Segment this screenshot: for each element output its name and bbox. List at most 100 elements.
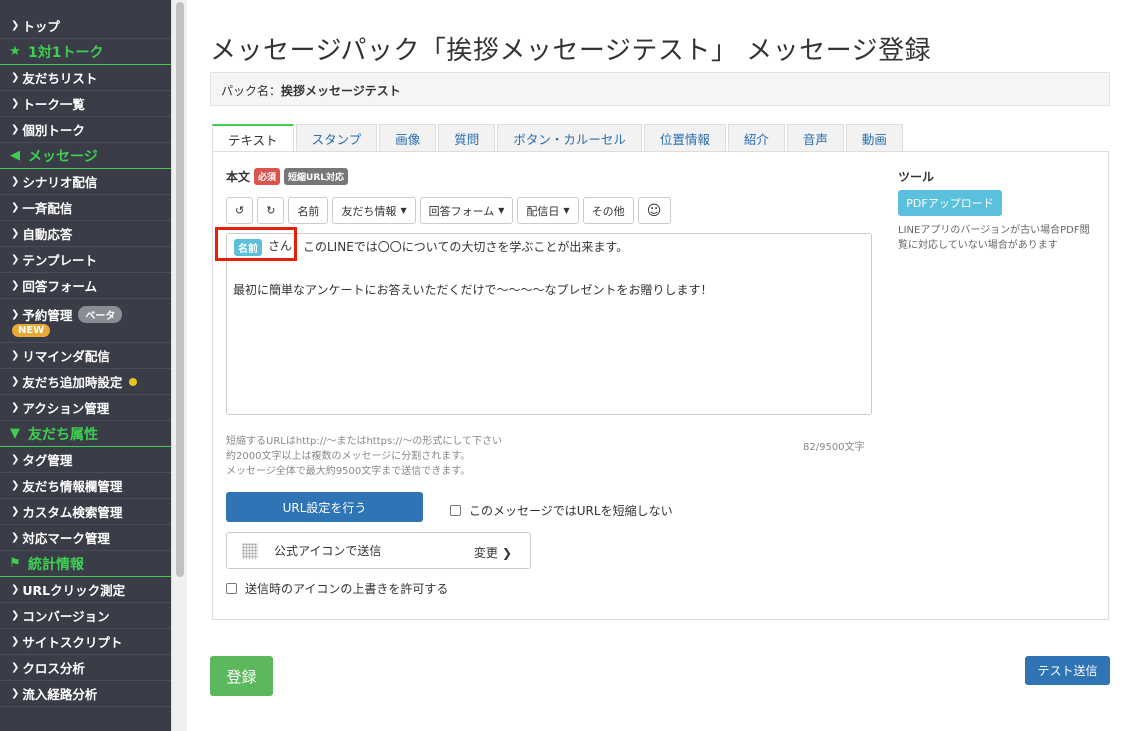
chevron-right-icon: ❯ bbox=[11, 662, 20, 673]
no-shorten-option[interactable]: このメッセージではURLを短縮しない bbox=[450, 502, 673, 519]
message-body-textarea[interactable]: 名前 さん このLINEでは〇〇についての大切さを学ぶことが出来ます。 最初に簡… bbox=[215, 227, 872, 415]
sidebar-item-inflow[interactable]: ❯ 流入経路分析 bbox=[0, 681, 171, 707]
chevron-right-icon: ❯ bbox=[11, 402, 20, 413]
sidebar-item-talk-list[interactable]: ❯ トーク一覧 bbox=[0, 91, 171, 117]
caret-down-icon: ▼ bbox=[400, 206, 407, 215]
sidebar-item-site-script[interactable]: ❯ サイトスクリプト bbox=[0, 629, 171, 655]
chevron-down-icon: ❯ bbox=[11, 308, 20, 320]
other-button[interactable]: その他 bbox=[582, 197, 634, 224]
highlight-box bbox=[215, 227, 297, 261]
delivery-date-dropdown[interactable]: 配信日 ▼ bbox=[517, 197, 579, 224]
sidebar-item-individual-talk[interactable]: ❯ 個別トーク bbox=[0, 117, 171, 143]
sidebar-item-reservation[interactable]: ❯ 予約管理 ベータ NEW bbox=[0, 299, 171, 343]
sidebar-item-friend-info[interactable]: ❯ 友だち情報欄管理 bbox=[0, 473, 171, 499]
allow-overwrite-option[interactable]: 送信時のアイコンの上書きを許可する bbox=[226, 580, 448, 597]
sidebar-item-cross[interactable]: ❯ クロス分析 bbox=[0, 655, 171, 681]
tab-image[interactable]: 画像 bbox=[379, 124, 437, 152]
body-label: 本文 bbox=[226, 170, 251, 184]
change-icon-button[interactable]: 変更 ❯ bbox=[474, 544, 512, 561]
caret-down-icon: ▼ bbox=[563, 206, 570, 215]
chevron-right-icon: ❯ bbox=[11, 20, 20, 31]
pdf-upload-button[interactable]: PDFアップロード bbox=[898, 190, 1002, 216]
sidebar-item-custom-search[interactable]: ❯ カスタム検索管理 bbox=[0, 499, 171, 525]
undo-button[interactable]: ↺ bbox=[226, 197, 254, 224]
chevron-right-icon: ❯ bbox=[11, 280, 20, 291]
redo-button[interactable]: ↻ bbox=[257, 197, 285, 224]
sidebar-item-mark[interactable]: ❯ 対応マーク管理 bbox=[0, 525, 171, 551]
required-badge: 必須 bbox=[254, 168, 281, 185]
allow-overwrite-checkbox[interactable] bbox=[226, 583, 237, 594]
sidebar-item-top[interactable]: ❯ トップ bbox=[0, 13, 171, 39]
sidebar-section-talk: ★ 1対1トーク bbox=[0, 39, 171, 65]
chevron-right-icon: ❯ bbox=[11, 176, 20, 187]
sidebar-item-broadcast[interactable]: ❯ 一斉配信 bbox=[0, 195, 171, 221]
undo-icon: ↺ bbox=[235, 204, 245, 217]
chevron-right-icon: ❯ bbox=[11, 636, 20, 647]
chevron-right-icon: ❯ bbox=[11, 72, 20, 83]
sidebar-item-scenario[interactable]: ❯ シナリオ配信 bbox=[0, 169, 171, 195]
sidebar-section-message: ◀ メッセージ bbox=[0, 143, 171, 169]
register-button[interactable]: 登録 bbox=[210, 656, 273, 696]
sidebar-item-answer-form[interactable]: ❯ 回答フォーム bbox=[0, 273, 171, 299]
pdf-note: LINEアプリのバージョンが古い場合PDF閲覧に対応していない場合があります bbox=[898, 225, 1090, 251]
answer-form-dropdown[interactable]: 回答フォーム ▼ bbox=[419, 197, 514, 224]
tools-title: ツール bbox=[898, 170, 935, 184]
chevron-right-icon: ❯ bbox=[11, 584, 20, 595]
sidebar: ❯ トップ ★ 1対1トーク ❯ 友だちリスト ❯ トーク一覧 ❯ 個別トーク ◀ メッセー… bbox=[0, 0, 171, 731]
chevron-right-icon: ❯ bbox=[11, 532, 20, 543]
caret-down-icon: ▼ bbox=[498, 206, 505, 215]
no-shorten-checkbox[interactable] bbox=[450, 505, 461, 516]
notification-dot bbox=[129, 377, 138, 386]
megaphone-icon: ◀ bbox=[10, 148, 20, 163]
tab-audio[interactable]: 音声 bbox=[786, 124, 844, 152]
body-label-row: 本文 必須 短縮URL対応 bbox=[226, 168, 349, 185]
chevron-right-icon: ❯ bbox=[11, 228, 20, 239]
sidebar-scrollbar[interactable] bbox=[171, 0, 187, 731]
chevron-right-icon: ❯ bbox=[11, 610, 20, 621]
chevron-right-icon: ❯ bbox=[11, 506, 20, 517]
tab-text[interactable]: テキスト bbox=[212, 124, 294, 153]
chevron-right-icon: ❯ bbox=[11, 98, 20, 109]
short-url-badge: 短縮URL対応 bbox=[284, 168, 349, 185]
redo-icon: ↻ bbox=[266, 204, 276, 217]
sidebar-item-reminder[interactable]: ❯ リマインダ配信 bbox=[0, 343, 171, 369]
new-badge: NEW bbox=[12, 323, 51, 337]
pack-label: パック名： bbox=[221, 84, 282, 98]
page-title: メッセージパック「挨拶メッセージテスト」 メッセージ登録 bbox=[210, 36, 932, 66]
test-send-button[interactable]: テスト送信 bbox=[1025, 656, 1110, 685]
sidebar-section-stats: ⚑ 統計情報 bbox=[0, 551, 171, 577]
sidebar-item-tag[interactable]: ❯ タグ管理 bbox=[0, 447, 171, 473]
tab-button-carousel[interactable]: ボタン・カルーセル bbox=[497, 124, 642, 152]
emoji-button[interactable]: ☺ bbox=[637, 197, 671, 224]
sidebar-item-template[interactable]: ❯ テンプレート bbox=[0, 247, 171, 273]
main-content: メッセージパック「挨拶メッセージテスト」 メッセージ登録 パック名：挨拶メッセー… bbox=[188, 0, 1123, 731]
sidebar-item-friend-list[interactable]: ❯ 友だちリスト bbox=[0, 65, 171, 91]
beta-badge: ベータ bbox=[78, 305, 123, 323]
chevron-right-icon: ❯ bbox=[11, 480, 20, 491]
chevron-right-icon: ❯ bbox=[11, 350, 20, 361]
char-count: 82/9500文字 bbox=[803, 442, 865, 453]
chevron-right-icon: ❯ bbox=[11, 454, 20, 465]
text-tab-panel: 本文 必須 短縮URL対応 ↺ ↻ 名前 友だち情報 ▼ 回答フォーム ▼ 配信日 ▼… bbox=[212, 151, 1109, 620]
tab-introduction[interactable]: 紹介 bbox=[727, 124, 785, 152]
chevron-right-icon: ❯ bbox=[501, 545, 512, 560]
sidebar-item-auto-reply[interactable]: ❯ 自動応答 bbox=[0, 221, 171, 247]
url-settings-button[interactable]: URL設定を行う bbox=[226, 492, 423, 522]
editor-toolbar: ↺ ↻ 名前 友だち情報 ▼ 回答フォーム ▼ 配信日 ▼ その他 ☺ bbox=[226, 197, 675, 224]
insert-name-button[interactable]: 名前 bbox=[288, 197, 329, 224]
sidebar-item-url-click[interactable]: ❯ URLクリック測定 bbox=[0, 577, 171, 603]
sidebar-section-friend-attr: ▼ 友だち属性 bbox=[0, 421, 171, 447]
scrollbar-thumb[interactable] bbox=[176, 2, 184, 577]
chevron-right-icon: ❯ bbox=[11, 688, 20, 699]
chevron-right-icon: ❯ bbox=[11, 124, 20, 135]
tab-stamp[interactable]: スタンプ bbox=[295, 124, 378, 152]
sidebar-item-action[interactable]: ❯ アクション管理 bbox=[0, 395, 171, 421]
chevron-right-icon: ❯ bbox=[11, 202, 20, 213]
sidebar-item-conversion[interactable]: ❯ コンバージョン bbox=[0, 603, 171, 629]
friend-info-dropdown[interactable]: 友だち情報 ▼ bbox=[332, 197, 416, 224]
sidebar-item-friend-add[interactable]: ❯ 友だち追加時設定 bbox=[0, 369, 171, 395]
tab-video[interactable]: 動画 bbox=[845, 124, 903, 152]
tab-location[interactable]: 位置情報 bbox=[643, 124, 726, 152]
pack-name: 挨拶メッセージテスト bbox=[281, 84, 401, 98]
tab-question[interactable]: 質問 bbox=[438, 124, 496, 152]
